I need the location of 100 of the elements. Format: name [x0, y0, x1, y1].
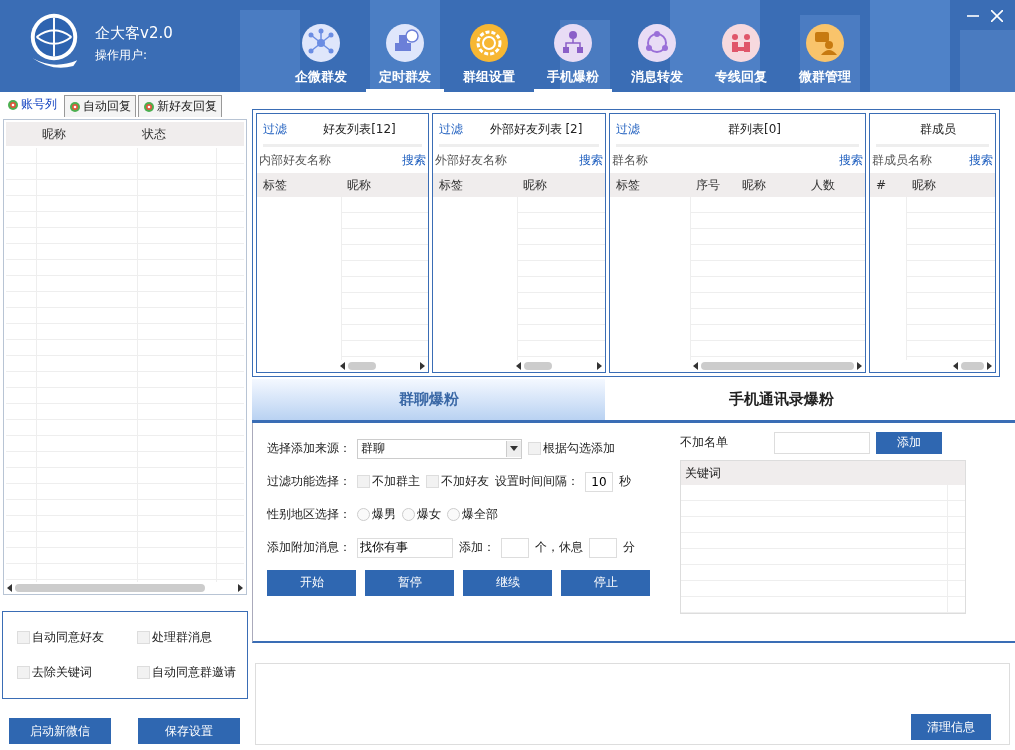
ring-icon	[143, 100, 155, 113]
column-header: 昵称	[522, 176, 548, 194]
form-label: 添加：	[459, 539, 495, 556]
people-icon	[721, 23, 761, 63]
blacklist-label: 不加名单	[680, 434, 728, 451]
search-label: 外部好友名称	[435, 151, 507, 169]
nav-item[interactable]: 手机爆粉	[534, 23, 612, 92]
action-button[interactable]: 开始	[267, 569, 356, 596]
form-label: 设置时间间隔：	[495, 473, 579, 490]
caret-icon[interactable]	[510, 446, 518, 451]
option-checkbox[interactable]: 去除关键词	[17, 663, 137, 681]
cycle-icon	[637, 23, 677, 63]
radio-button[interactable]: 爆男	[357, 506, 396, 523]
option-checkbox[interactable]: 自动同意群邀请	[137, 663, 247, 681]
source-dropdown[interactable]: 群聊	[357, 438, 522, 459]
unit-label: 分	[623, 539, 635, 556]
scroll-left-icon[interactable]	[340, 362, 345, 370]
message-field[interactable]: 找你有事	[357, 537, 453, 558]
scroll-left-icon[interactable]	[953, 362, 958, 370]
scroll-right-icon[interactable]	[420, 362, 425, 370]
scroll-left-icon[interactable]	[693, 362, 698, 370]
list-title: 好友列表[12]	[322, 120, 396, 138]
action-button[interactable]: 启动新微信	[9, 718, 111, 744]
filter-link[interactable]: 过滤	[263, 120, 287, 138]
checkbox[interactable]: 不加群主	[357, 473, 420, 490]
scroll-thumb[interactable]	[524, 362, 552, 370]
column-header: 标签	[438, 176, 464, 194]
nav-item[interactable]: 企微群发	[282, 23, 360, 92]
app-title: 企大客v2.0	[95, 24, 173, 43]
form-label: 性别地区选择：	[267, 506, 351, 523]
hierarchy-icon	[553, 23, 593, 63]
column-header: 序号	[695, 176, 721, 194]
scroll-right-icon[interactable]	[597, 362, 602, 370]
nav-item[interactable]: 定时群发	[366, 23, 444, 92]
checkbox[interactable]: 根据勾选添加	[528, 440, 615, 457]
scroll-left-icon[interactable]	[7, 584, 12, 592]
unit-label: 秒	[619, 473, 631, 490]
action-button[interactable]: 继续	[463, 569, 552, 596]
column-header: 状态	[141, 125, 167, 143]
checkbox[interactable]: 不加好友	[426, 473, 489, 490]
scroll-right-icon[interactable]	[857, 362, 862, 370]
add-button[interactable]: 添加	[876, 431, 942, 454]
scroll-left-icon[interactable]	[516, 362, 521, 370]
column-header: 标签	[615, 176, 641, 194]
option-checkbox[interactable]: 处理群消息	[137, 629, 247, 647]
scroll-thumb[interactable]	[961, 362, 984, 370]
radio-button[interactable]: 爆女	[402, 506, 441, 523]
ring-icon	[7, 98, 19, 111]
column-header: 昵称	[346, 176, 372, 194]
clock-boxes-icon	[385, 23, 425, 63]
column-header: 人数	[810, 176, 836, 194]
scroll-right-icon[interactable]	[238, 584, 243, 592]
interval-field[interactable]: 10	[585, 471, 613, 492]
network-icon	[301, 23, 341, 63]
search-label: 群名称	[612, 151, 648, 169]
column-header: 昵称	[741, 176, 767, 194]
user-label: 操作用户:	[95, 47, 149, 64]
count-field[interactable]	[501, 537, 529, 558]
search-link[interactable]: 搜索	[579, 151, 603, 169]
radio-button[interactable]: 爆全部	[447, 506, 498, 523]
search-label: 群成员名称	[872, 151, 932, 169]
action-button[interactable]: 保存设置	[138, 718, 240, 744]
ring-icon	[69, 100, 81, 113]
unit-label: 个，休息	[535, 539, 583, 556]
close-icon	[991, 10, 1003, 22]
nav-item[interactable]: 微群管理	[786, 23, 864, 92]
list-title: 群成员	[918, 120, 956, 138]
blacklist-field[interactable]	[774, 431, 870, 454]
list-title: 外部好友列表 [2]	[488, 120, 583, 138]
scroll-right-icon[interactable]	[987, 362, 992, 370]
search-link[interactable]: 搜索	[969, 151, 993, 169]
action-button[interactable]: 停止	[561, 569, 650, 596]
filter-link[interactable]: 过滤	[439, 120, 463, 138]
column-header: 标签	[262, 176, 288, 194]
scroll-thumb[interactable]	[701, 362, 854, 370]
search-link[interactable]: 搜索	[839, 151, 863, 169]
action-button[interactable]: 暂停	[365, 569, 454, 596]
tab[interactable]: 自动回复	[64, 95, 136, 117]
gear-icon	[469, 23, 509, 63]
list-title: 群列表[0]	[727, 120, 781, 138]
column-header: #	[875, 178, 888, 192]
column-header: 昵称	[911, 176, 937, 194]
form-label: 添加附加消息：	[267, 539, 351, 556]
clear-button[interactable]: 清理信息	[911, 714, 991, 740]
scroll-thumb[interactable]	[348, 362, 376, 370]
nav-item[interactable]: 专线回复	[702, 23, 780, 92]
nav-item[interactable]: 消息转发	[618, 23, 696, 92]
column-header: 昵称	[41, 125, 67, 143]
scroll-thumb[interactable]	[15, 584, 205, 592]
tab[interactable]: 新好友回复	[138, 95, 222, 117]
search-label: 内部好友名称	[259, 151, 331, 169]
nav-item[interactable]: 群组设置	[450, 23, 528, 92]
search-link[interactable]: 搜索	[402, 151, 426, 169]
option-checkbox[interactable]: 自动同意好友	[17, 629, 137, 647]
filter-link[interactable]: 过滤	[616, 120, 640, 138]
mode-tab[interactable]: 群聊爆粉	[252, 379, 605, 420]
column-header: 关键词	[685, 464, 721, 482]
form-label: 过滤功能选择：	[267, 473, 351, 490]
chat-person-icon	[805, 23, 845, 63]
rest-field[interactable]	[589, 537, 617, 558]
